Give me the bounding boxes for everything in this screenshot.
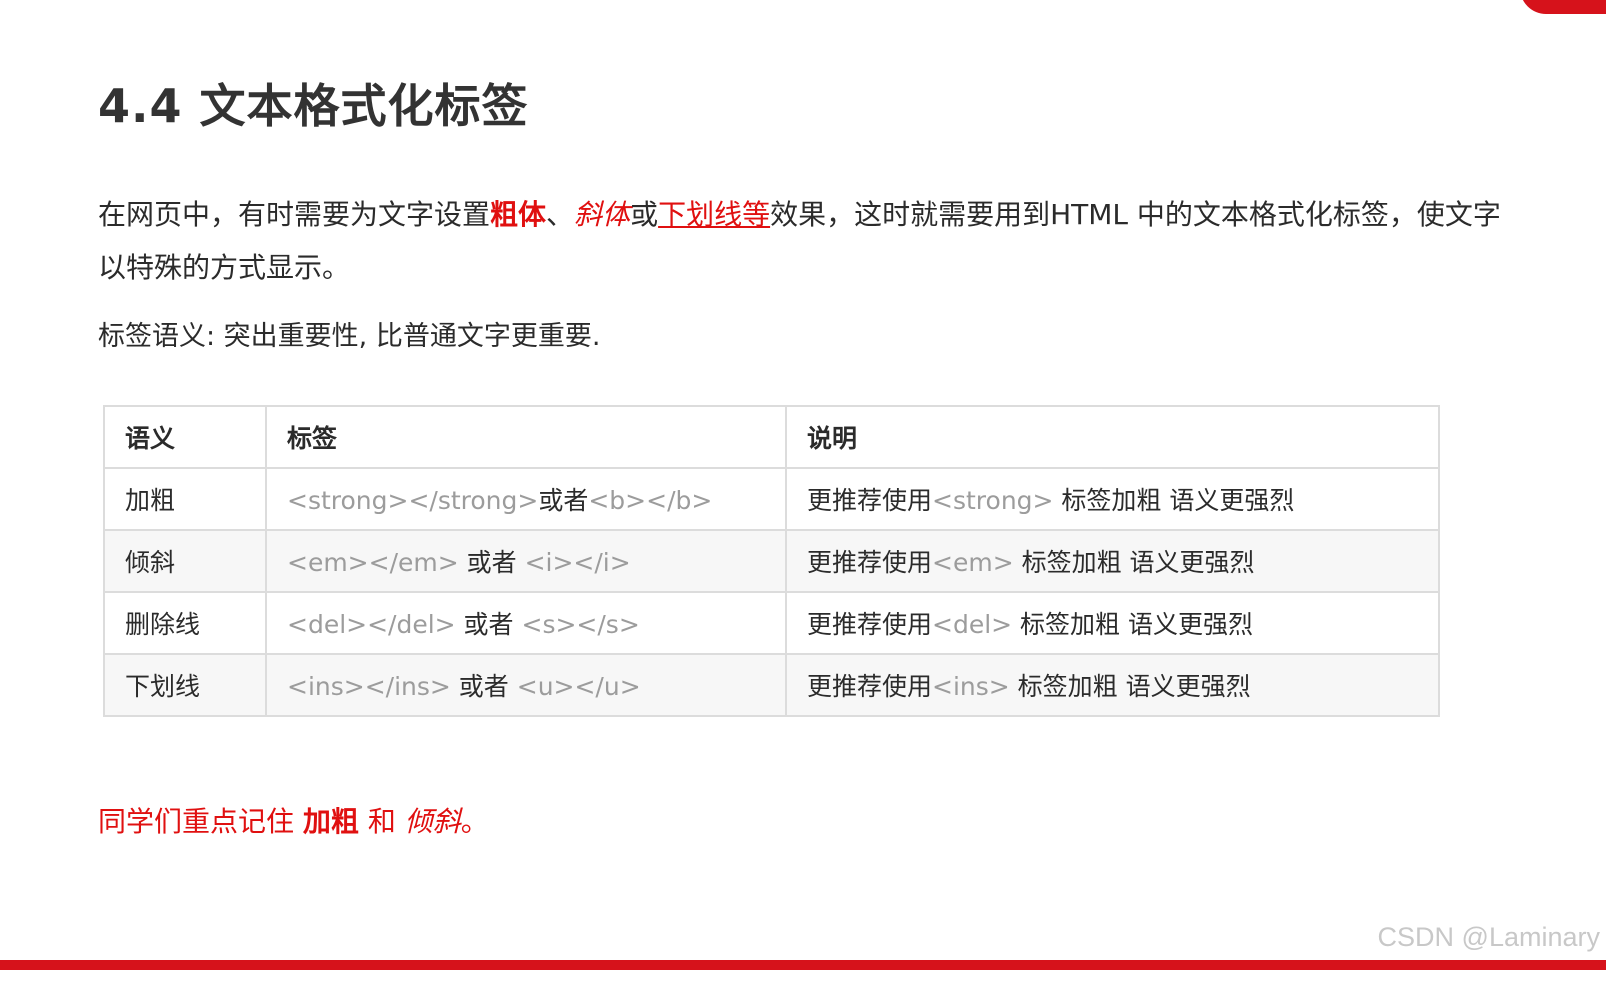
note-middle: 和 — [358, 805, 405, 838]
description-tag: <del> — [932, 610, 1013, 639]
tag-cell: <ins></ins> 或者 <u></u> — [265, 653, 787, 717]
table-row: 加粗 <strong></strong>或者<b></b> 更推荐使用<stro… — [103, 467, 1440, 531]
semantic-cell: 删除线 — [103, 591, 267, 655]
table-row: 倾斜 <em></em> 或者 <i></i> 更推荐使用<em> 标签加粗 语… — [103, 529, 1440, 593]
csdn-watermark: CSDN @Laminary — [1377, 922, 1600, 952]
or-text: 或者 — [450, 672, 517, 701]
tag-code: <strong></strong> — [287, 486, 539, 515]
header-semantic: 语义 — [103, 405, 267, 469]
note-bold: 加粗 — [302, 805, 359, 838]
intro-separator: 、 — [546, 198, 575, 231]
intro-paragraph: 在网页中，有时需要为文字设置粗体、斜体或下划线等效果，这时就需要用到HTML 中… — [98, 188, 1528, 294]
description-tag: <em> — [932, 548, 1014, 577]
or-text: 或者 — [455, 610, 522, 639]
italic-example: 斜体 — [574, 198, 631, 231]
corner-accent — [1520, 0, 1606, 14]
tag-cell: <em></em> 或者 <i></i> — [265, 529, 787, 593]
description-cell: 更推荐使用<strong> 标签加粗 语义更强烈 — [785, 467, 1440, 531]
header-description: 说明 — [785, 405, 1440, 469]
description-tag: <strong> — [932, 486, 1054, 515]
tag-code: <del></del> — [287, 610, 456, 639]
table-row: 删除线 <del></del> 或者 <s></s> 更推荐使用<del> 标签… — [103, 591, 1440, 655]
intro-or: 或 — [630, 198, 659, 231]
semantic-cell: 下划线 — [103, 653, 267, 717]
description-suffix: 标签加粗 语义更强烈 — [1012, 610, 1254, 639]
key-points-note: 同学们重点记住 加粗 和 倾斜。 — [98, 800, 489, 840]
tag-code: <em></em> — [287, 548, 459, 577]
description-cell: 更推荐使用<ins> 标签加粗 语义更强烈 — [785, 653, 1440, 717]
description-prefix: 更推荐使用 — [807, 610, 933, 639]
table-header-row: 语义 标签 说明 — [103, 405, 1440, 469]
tag-cell: <strong></strong>或者<b></b> — [265, 467, 787, 531]
semantic-cell: 加粗 — [103, 467, 267, 531]
description-prefix: 更推荐使用 — [807, 672, 933, 701]
or-text: 或者 — [538, 486, 589, 515]
tag-code-alt: <b></b> — [588, 486, 713, 515]
description-suffix: 标签加粗 语义更强烈 — [1013, 548, 1255, 577]
description-tag: <ins> — [932, 672, 1010, 701]
tag-code-alt: <s></s> — [521, 610, 640, 639]
semantic-cell: 倾斜 — [103, 529, 267, 593]
tag-code-alt: <i></i> — [524, 548, 631, 577]
intro-text-start: 在网页中，有时需要为文字设置 — [98, 198, 491, 231]
description-suffix: 标签加粗 语义更强烈 — [1053, 486, 1295, 515]
table-row: 下划线 <ins></ins> 或者 <u></u> 更推荐使用<ins> 标签… — [103, 653, 1440, 717]
bold-example: 粗体 — [490, 198, 547, 231]
semantic-description: 标签语义: 突出重要性, 比普通文字更重要. — [98, 321, 601, 352]
description-prefix: 更推荐使用 — [807, 548, 933, 577]
description-cell: 更推荐使用<del> 标签加粗 语义更强烈 — [785, 591, 1440, 655]
tag-code: <ins></ins> — [287, 672, 451, 701]
description-cell: 更推荐使用<em> 标签加粗 语义更强烈 — [785, 529, 1440, 593]
underline-example: 下划线等 — [658, 198, 771, 231]
description-prefix: 更推荐使用 — [807, 486, 933, 515]
page-title: 4.4 文本格式化标签 — [98, 79, 529, 133]
tag-cell: <del></del> 或者 <s></s> — [265, 591, 787, 655]
note-italic: 倾斜 — [404, 805, 461, 838]
note-prefix: 同学们重点记住 — [98, 805, 303, 838]
format-tags-table: 语义 标签 说明 加粗 <strong></strong>或者<b></b> 更… — [103, 405, 1440, 717]
note-suffix: 。 — [460, 805, 489, 838]
tag-code-alt: <u></u> — [516, 672, 641, 701]
header-tag: 标签 — [265, 405, 787, 469]
description-suffix: 标签加粗 语义更强烈 — [1009, 672, 1251, 701]
or-text: 或者 — [458, 548, 525, 577]
bottom-accent-bar — [0, 960, 1606, 970]
